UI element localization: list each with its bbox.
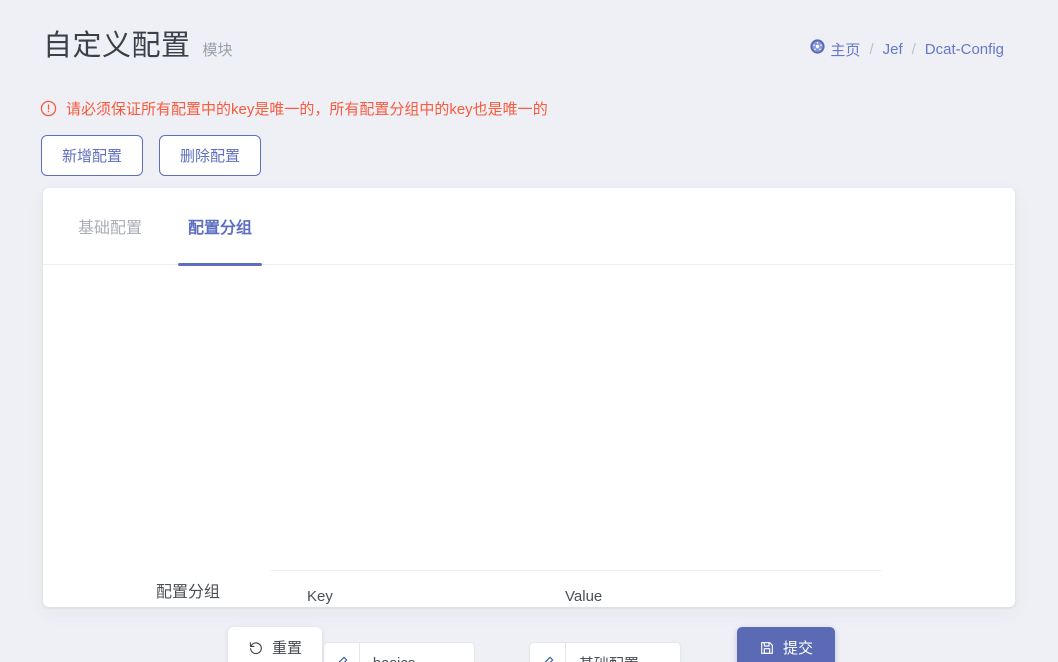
dashboard-gauge-icon <box>809 38 826 55</box>
breadcrumb-label-home: 主页 <box>830 42 861 59</box>
breadcrumb-item-jef[interactable]: Jef <box>883 41 903 58</box>
page-root: 自定义配置 模块 主页 / Jef / Dcat-Config 请必须保证所有配… <box>0 0 1058 662</box>
toolbar: 新增配置 删除配置 <box>41 135 262 176</box>
tab-basic-config[interactable]: 基础配置 <box>68 188 152 265</box>
tab-config-group[interactable]: 配置分组 <box>178 188 263 266</box>
breadcrumb-separator: / <box>911 40 916 58</box>
field-label-config-group: 配置分组 <box>156 584 221 601</box>
breadcrumb-separator: / <box>869 40 874 58</box>
column-header-value: Value <box>565 587 603 605</box>
page-title: 自定义配置 <box>43 30 191 62</box>
warning-message: 请必须保证所有配置中的key是唯一的，所有配置分组中的key也是唯一的 <box>40 98 548 119</box>
form-body: 配置分组 Key Value basics 基础配置 重置 提交 <box>43 265 1015 662</box>
page-header: 自定义配置 模块 主页 / Jef / Dcat-Config <box>0 0 1058 84</box>
breadcrumb-item-dcat-config[interactable]: Dcat-Config <box>925 41 1004 58</box>
add-config-button[interactable]: 新增配置 <box>41 135 144 176</box>
breadcrumb-item-home[interactable]: 主页 <box>809 38 860 60</box>
submit-label: 提交 <box>783 640 814 657</box>
card-footer: 重置 提交 <box>43 610 1015 662</box>
exclamation-circle-icon <box>40 100 57 117</box>
page-subtitle: 模块 <box>202 42 233 59</box>
config-card: 基础配置 配置分组 配置分组 Key Value basics 基础配置 重置 … <box>43 188 1015 662</box>
tab-bar: 基础配置 配置分组 <box>43 188 1015 266</box>
page-title-wrap: 自定义配置 模块 <box>43 28 233 64</box>
column-header-key: Key <box>307 587 333 605</box>
save-icon <box>759 640 775 656</box>
warning-text: 请必须保证所有配置中的key是唯一的，所有配置分组中的key也是唯一的 <box>66 101 548 118</box>
breadcrumb: 主页 / Jef / Dcat-Config <box>809 38 1004 60</box>
delete-config-button[interactable]: 删除配置 <box>159 135 262 176</box>
undo-icon <box>248 640 264 656</box>
reset-label: 重置 <box>272 640 303 657</box>
reset-button[interactable]: 重置 <box>228 626 323 662</box>
submit-button[interactable]: 提交 <box>737 626 836 662</box>
